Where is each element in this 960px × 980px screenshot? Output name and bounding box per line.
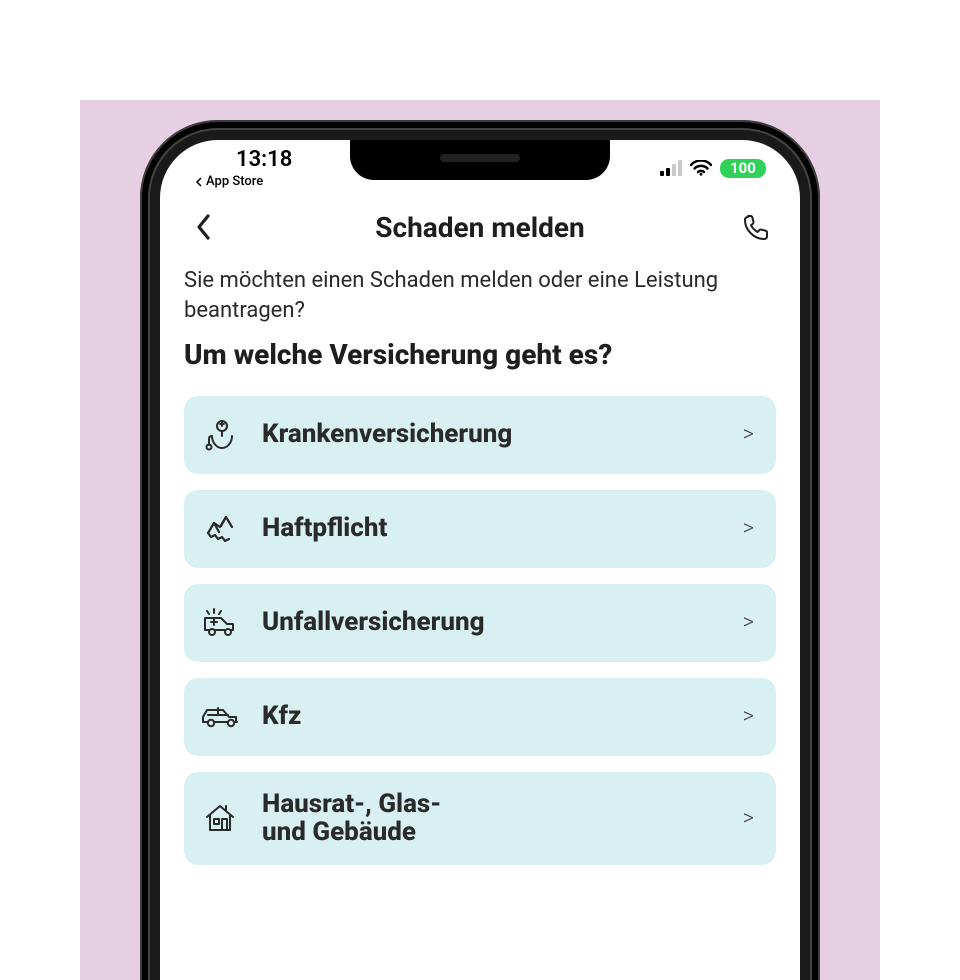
chevron-right-icon: > xyxy=(743,806,754,831)
option-label: Hausrat-, Glas- und Gebäude xyxy=(262,790,721,847)
page-title: Schaden melden xyxy=(375,211,584,244)
option-label: Haftpflicht xyxy=(262,514,721,543)
question-heading: Um welche Versicherung geht es? xyxy=(184,339,776,371)
phone-shell-inner: 13:18 App Store xyxy=(148,128,812,980)
phone-notch xyxy=(350,140,610,180)
app-navbar: Schaden melden xyxy=(160,196,800,258)
option-unfallversicherung[interactable]: Unfallversicherung > xyxy=(184,584,776,662)
content-area: Sie möchten einen Schaden melden oder ei… xyxy=(160,258,800,865)
chevron-right-icon: > xyxy=(743,516,754,541)
option-label: Kfz xyxy=(262,702,721,731)
chevron-right-icon: > xyxy=(743,422,754,447)
phone-icon xyxy=(741,212,771,242)
battery-badge: 100 xyxy=(720,159,766,178)
status-time: 13:18 xyxy=(194,147,292,172)
intro-text: Sie möchten einen Schaden melden oder ei… xyxy=(184,266,776,325)
image-frame: 13:18 App Store xyxy=(80,100,880,980)
back-button[interactable] xyxy=(184,207,224,247)
phone-shell-outer: 13:18 App Store xyxy=(140,120,820,980)
call-button[interactable] xyxy=(736,207,776,247)
insurance-options-list: Krankenversicherung > Ha xyxy=(184,396,776,865)
cellular-signal-icon xyxy=(660,160,682,176)
ambulance-icon xyxy=(200,603,240,643)
chevron-right-icon: > xyxy=(743,704,754,729)
house-icon xyxy=(200,798,240,838)
chevron-left-icon xyxy=(194,212,214,242)
doctor-icon xyxy=(200,415,240,455)
option-label: Krankenversicherung xyxy=(262,420,721,449)
battery-level: 100 xyxy=(730,161,756,176)
wifi-icon xyxy=(690,160,712,176)
back-to-appstore-label: App Store xyxy=(206,174,263,189)
option-krankenversicherung[interactable]: Krankenversicherung > xyxy=(184,396,776,474)
option-haftpflicht[interactable]: Haftpflicht > xyxy=(184,490,776,568)
option-kfz[interactable]: Kfz > xyxy=(184,678,776,756)
handshake-icon xyxy=(200,509,240,549)
option-hausrat-glas-gebaeude[interactable]: Hausrat-, Glas- und Gebäude > xyxy=(184,772,776,865)
back-to-appstore[interactable]: App Store xyxy=(194,174,263,189)
car-icon xyxy=(200,697,240,737)
option-label: Unfallversicherung xyxy=(262,608,721,637)
chevron-right-icon: > xyxy=(743,610,754,635)
phone-screen: 13:18 App Store xyxy=(160,140,800,980)
caret-left-icon xyxy=(194,177,204,187)
